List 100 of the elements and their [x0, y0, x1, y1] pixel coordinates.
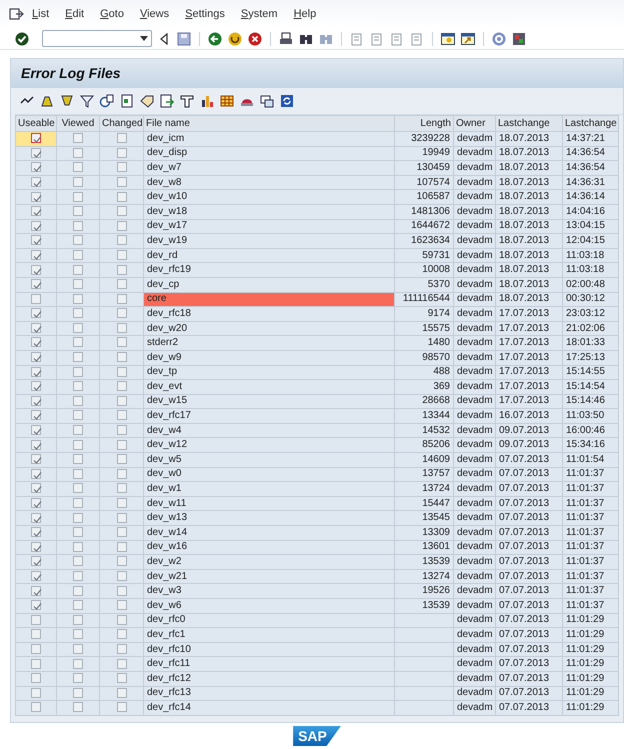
- checkbox[interactable]: [116, 220, 126, 231]
- checkbox[interactable]: [31, 688, 41, 698]
- checkbox[interactable]: [116, 337, 126, 348]
- checkbox[interactable]: [73, 206, 83, 216]
- checkbox[interactable]: [31, 570, 41, 581]
- checkbox[interactable]: [73, 702, 83, 712]
- checkbox[interactable]: [31, 148, 41, 158]
- checkbox[interactable]: [116, 264, 126, 274]
- column-header[interactable]: Changed: [100, 116, 144, 132]
- checkbox[interactable]: [73, 235, 83, 246]
- checkbox[interactable]: [116, 192, 126, 202]
- checkbox[interactable]: [116, 235, 126, 246]
- checkbox[interactable]: [73, 542, 83, 552]
- checkbox[interactable]: [116, 688, 126, 698]
- checkbox[interactable]: [73, 614, 83, 625]
- graphic-icon[interactable]: [199, 93, 215, 109]
- checkbox[interactable]: [116, 629, 126, 640]
- checkbox[interactable]: [31, 702, 41, 712]
- checkbox[interactable]: [31, 556, 41, 566]
- checkbox[interactable]: [116, 556, 126, 566]
- checkbox[interactable]: [116, 279, 126, 290]
- checkbox[interactable]: [73, 425, 83, 436]
- checkbox[interactable]: [73, 498, 83, 508]
- grid-icon[interactable]: [219, 93, 235, 109]
- enter-icon[interactable]: [14, 30, 30, 46]
- checkbox[interactable]: [73, 250, 83, 260]
- checkbox[interactable]: [116, 644, 126, 654]
- checkbox[interactable]: [31, 542, 41, 552]
- checkbox[interactable]: [73, 279, 83, 290]
- menu-item[interactable]: Edit: [57, 6, 92, 22]
- checkbox[interactable]: [116, 600, 126, 610]
- checkbox[interactable]: [73, 483, 83, 494]
- column-header[interactable]: Owner: [454, 116, 496, 132]
- checkbox[interactable]: [31, 527, 41, 538]
- checkbox[interactable]: [116, 308, 126, 318]
- checkbox[interactable]: [31, 454, 41, 464]
- checkbox[interactable]: [73, 512, 83, 523]
- menu-item[interactable]: System: [232, 6, 286, 22]
- checkbox[interactable]: [73, 308, 83, 318]
- new-session-icon[interactable]: [440, 30, 456, 46]
- column-header[interactable]: Viewed: [56, 116, 100, 132]
- checkbox[interactable]: [73, 337, 83, 348]
- checkbox[interactable]: [116, 396, 126, 406]
- checkbox[interactable]: [31, 483, 41, 494]
- checkbox[interactable]: [31, 614, 41, 625]
- checkbox[interactable]: [116, 148, 126, 158]
- checkbox[interactable]: [116, 454, 126, 464]
- shortcut-icon[interactable]: [460, 30, 476, 46]
- checkbox[interactable]: [73, 410, 83, 420]
- checkbox[interactable]: [116, 527, 126, 538]
- checkbox[interactable]: [116, 468, 126, 479]
- menu-item[interactable]: Settings: [177, 6, 233, 22]
- checkbox[interactable]: [31, 192, 41, 202]
- print-icon[interactable]: [278, 30, 294, 46]
- checkbox[interactable]: [73, 322, 83, 333]
- checkbox[interactable]: [73, 148, 83, 158]
- column-icon[interactable]: [179, 93, 195, 109]
- checkbox[interactable]: [73, 366, 83, 377]
- checkbox[interactable]: [31, 322, 41, 333]
- checkbox[interactable]: [116, 702, 126, 712]
- checkbox[interactable]: [73, 673, 83, 684]
- command-field[interactable]: [42, 30, 152, 47]
- checkbox[interactable]: [31, 206, 41, 216]
- checkbox[interactable]: [31, 512, 41, 523]
- refresh-icon[interactable]: [279, 93, 295, 109]
- checkbox[interactable]: [73, 570, 83, 581]
- checkbox[interactable]: [73, 629, 83, 640]
- checkbox[interactable]: [31, 440, 41, 450]
- checkbox[interactable]: [73, 162, 83, 172]
- checkbox[interactable]: [73, 600, 83, 610]
- checkbox[interactable]: [116, 673, 126, 684]
- back-icon[interactable]: [207, 30, 223, 46]
- checkbox[interactable]: [31, 250, 41, 260]
- checkbox[interactable]: [73, 440, 83, 450]
- checkbox[interactable]: [73, 352, 83, 362]
- checkbox[interactable]: [31, 366, 41, 377]
- checkbox[interactable]: [116, 133, 126, 144]
- menu-item[interactable]: List: [24, 6, 58, 22]
- checkbox[interactable]: [31, 176, 41, 187]
- cancel-icon[interactable]: [247, 30, 263, 46]
- checkbox[interactable]: [31, 308, 41, 318]
- checkbox[interactable]: [73, 176, 83, 187]
- checkbox[interactable]: [73, 454, 83, 464]
- checkbox[interactable]: [116, 658, 126, 669]
- column-header[interactable]: Lastchange: [562, 116, 618, 132]
- exit-menu-icon[interactable]: [8, 6, 24, 22]
- checkbox[interactable]: [116, 614, 126, 625]
- checkbox[interactable]: [116, 570, 126, 581]
- checkbox[interactable]: [73, 294, 83, 304]
- checkbox[interactable]: [116, 322, 126, 333]
- column-header[interactable]: File name: [144, 116, 394, 132]
- checkbox[interactable]: [31, 410, 41, 420]
- checkbox[interactable]: [31, 468, 41, 479]
- checkbox[interactable]: [116, 586, 126, 596]
- checkbox[interactable]: [116, 498, 126, 508]
- checkbox[interactable]: [73, 644, 83, 654]
- checkbox[interactable]: [31, 600, 41, 610]
- checkbox[interactable]: [73, 688, 83, 698]
- checkbox[interactable]: [73, 468, 83, 479]
- checkbox[interactable]: [31, 658, 41, 669]
